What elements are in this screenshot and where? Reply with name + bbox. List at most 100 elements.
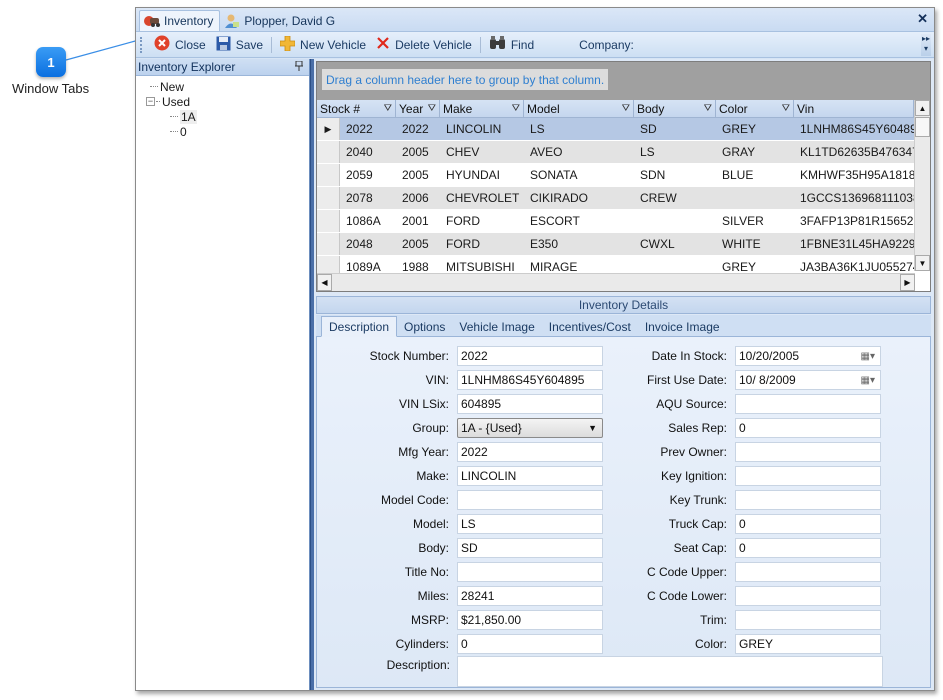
table-row[interactable]: 1086A 2001 FORD ESCORT SILVER 3FAFP13P81R1565… <box>317 210 930 233</box>
table-cell: 1GCCS136968111038 <box>794 187 920 209</box>
scroll-right-button[interactable]: ▶ <box>900 274 915 291</box>
miles-field[interactable]: 28241 <box>457 586 603 606</box>
filter-icon[interactable]: ⛛ <box>428 103 436 114</box>
window-tab-bar: Inventory Plopper, David G ✕ <box>136 8 934 32</box>
row-selector[interactable] <box>317 187 340 209</box>
sales-rep-field[interactable]: 0 <box>735 418 881 438</box>
scroll-down-button[interactable]: ▼ <box>915 255 930 271</box>
tab-customer[interactable]: Plopper, David G <box>220 10 341 31</box>
inventory-grid: Drag a column header here to group by th… <box>316 61 931 292</box>
tab-invoice-image[interactable]: Invoice Image <box>638 317 727 336</box>
c-code-upper-field[interactable] <box>735 562 881 582</box>
key-ignition-field[interactable] <box>735 466 881 486</box>
dropdown-arrow-icon[interactable]: ▼ <box>588 423 597 433</box>
column-header[interactable]: Year ⛛ <box>396 100 440 117</box>
vertical-scrollbar[interactable]: ▲ ▼ <box>914 100 930 271</box>
tree-item-new[interactable]: New <box>136 79 309 94</box>
close-button[interactable]: Close <box>149 34 211 56</box>
tree-item-label: 0 <box>180 124 187 139</box>
column-header[interactable]: Vin <box>794 100 914 117</box>
table-cell <box>716 187 794 209</box>
toolbar-overflow-button[interactable]: ▸▸ ▾ <box>921 34 931 56</box>
group-dropdown[interactable]: 1A - {Used} ▼ <box>457 418 603 438</box>
model-code-field[interactable] <box>457 490 603 510</box>
tree-item-1a[interactable]: 1A <box>136 109 309 124</box>
calendar-icon[interactable]: ▦▾ <box>861 351 875 362</box>
first-use-date-date-picker[interactable]: 10/ 8/2009 ▦▾ <box>735 370 881 390</box>
group-by-area[interactable]: Drag a column header here to group by th… <box>317 62 930 100</box>
c-code-lower-field[interactable] <box>735 586 881 606</box>
field-label: Date In Stock: <box>651 349 727 363</box>
row-selector[interactable] <box>317 233 340 255</box>
save-button[interactable]: Save <box>211 34 268 56</box>
vin-lsix-field[interactable]: 604895 <box>457 394 603 414</box>
tab-description[interactable]: Description <box>321 316 398 337</box>
column-header-label: Make <box>443 101 473 116</box>
find-button[interactable]: Find <box>484 34 539 56</box>
column-header[interactable]: Body ⛛ <box>634 100 716 117</box>
row-selector[interactable] <box>317 210 340 232</box>
mfg-year-field[interactable]: 2022 <box>457 442 603 462</box>
row-selector[interactable] <box>317 164 340 186</box>
body-field[interactable]: SD <box>457 538 603 558</box>
aqu-source-field[interactable] <box>735 394 881 414</box>
seat-cap-field[interactable]: 0 <box>735 538 881 558</box>
msrp-field[interactable]: $21,850.00 <box>457 610 603 630</box>
cylinders-field[interactable]: 0 <box>457 634 603 654</box>
table-row[interactable]: 2048 2005 FORD E350 CWXL WHITE 1FBNE31L45HA922… <box>317 233 930 256</box>
prev-owner-field[interactable] <box>735 442 881 462</box>
tab-options[interactable]: Options <box>397 317 452 336</box>
horizontal-scrollbar[interactable]: ◀ ▶ <box>317 273 915 291</box>
description-field[interactable] <box>457 656 883 687</box>
key-trunk-field[interactable] <box>735 490 881 510</box>
filter-icon[interactable]: ⛛ <box>782 103 790 114</box>
table-cell: 1FBNE31L45HA92292 <box>794 233 922 255</box>
table-row[interactable]: 2040 2005 CHEV AVEO LS GRAY KL1TD62635B476347 <box>317 141 930 164</box>
field-label: Model: <box>412 517 449 531</box>
row-selector[interactable] <box>317 141 340 163</box>
field-value: 0 <box>739 541 746 555</box>
table-row[interactable]: ▶ 2022 2022 LINCOLIN LS SD GREY 1LNHM86S45Y6048… <box>317 118 930 141</box>
filter-icon[interactable]: ⛛ <box>384 103 392 114</box>
truck-cap-field[interactable]: 0 <box>735 514 881 534</box>
column-header[interactable]: Make ⛛ <box>440 100 524 117</box>
collapse-icon[interactable]: − <box>146 97 155 106</box>
scroll-up-button[interactable]: ▲ <box>915 100 930 116</box>
make-field[interactable]: LINCOLIN <box>457 466 603 486</box>
filter-icon[interactable]: ⛛ <box>704 103 712 114</box>
table-cell: 2005 <box>396 164 440 186</box>
color-field[interactable]: GREY <box>735 634 881 654</box>
close-circle-icon <box>154 35 170 54</box>
scroll-left-button[interactable]: ◀ <box>317 274 332 291</box>
explorer-header: Inventory Explorer <box>136 59 309 76</box>
tab-incentives-cost[interactable]: Incentives/Cost <box>542 317 638 336</box>
vin-field[interactable]: 1LNHM86S45Y604895 <box>457 370 603 390</box>
close-window-icon[interactable]: ✕ <box>917 11 928 27</box>
trim-field[interactable] <box>735 610 881 630</box>
group-by-hint: Drag a column header here to group by th… <box>322 69 609 90</box>
pin-icon[interactable] <box>295 60 303 74</box>
toolbar-grip[interactable] <box>140 36 143 53</box>
scroll-thumb[interactable] <box>915 117 930 137</box>
date-in-stock-date-picker[interactable]: 10/20/2005 ▦▾ <box>735 346 881 366</box>
model-field[interactable]: LS <box>457 514 603 534</box>
table-row[interactable]: 2078 2006 CHEVROLET CIKIRADO CREW 1GCCS136968… <box>317 187 930 210</box>
filter-icon[interactable]: ⛛ <box>622 103 630 114</box>
tab-inventory[interactable]: Inventory <box>139 10 221 31</box>
current-row-arrow-icon[interactable]: ▶ <box>317 118 340 140</box>
tree-item-used[interactable]: − Used <box>136 94 309 109</box>
tab-vehicle-image[interactable]: Vehicle Image <box>452 317 541 336</box>
delete-vehicle-button[interactable]: Delete Vehicle <box>371 34 477 56</box>
title-no-field[interactable] <box>457 562 603 582</box>
new-vehicle-button[interactable]: New Vehicle <box>275 34 371 56</box>
column-header[interactable]: Model ⛛ <box>524 100 634 117</box>
table-cell: WHITE <box>716 233 794 255</box>
table-row[interactable]: 2059 2005 HYUNDAI SONATA SDN BLUE KMHWF35H95A1… <box>317 164 930 187</box>
field-label: Body: <box>418 541 449 555</box>
filter-icon[interactable]: ⛛ <box>512 103 520 114</box>
tree-item-0[interactable]: 0 <box>136 124 309 139</box>
calendar-icon[interactable]: ▦▾ <box>861 375 875 386</box>
stock-number-field[interactable]: 2022 <box>457 346 603 366</box>
column-header[interactable]: Stock # ⛛ <box>317 100 396 117</box>
column-header[interactable]: Color ⛛ <box>716 100 794 117</box>
